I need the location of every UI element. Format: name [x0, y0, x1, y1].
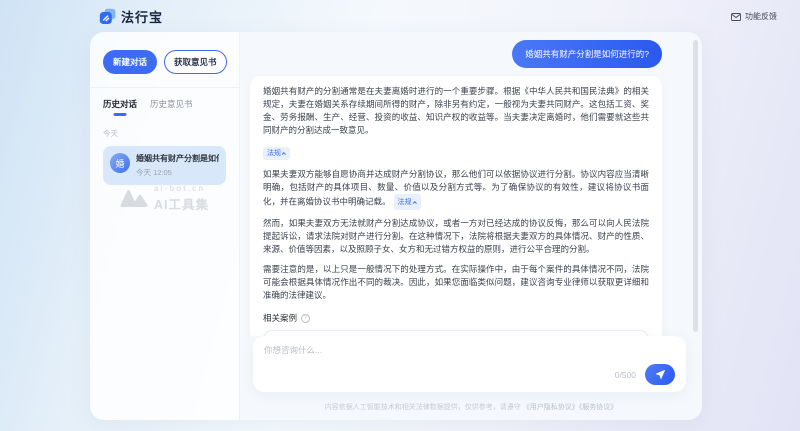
composer-bottom: 0/500	[264, 364, 675, 385]
related-cases-title: 相关案例	[263, 312, 297, 324]
law-citation-badge[interactable]: 法规	[263, 147, 290, 160]
related-cases-header: 相关案例 ?	[263, 312, 649, 324]
mail-icon	[731, 13, 741, 21]
law-citation-badge[interactable]: 法规	[394, 194, 421, 210]
caret-up-icon	[282, 152, 286, 156]
tab-history-chats-label: 历史对话	[103, 99, 137, 109]
tab-history-opinions-label: 历史意见书	[150, 99, 193, 109]
app-logo-icon	[99, 8, 116, 25]
answer-paragraph: 如果夫妻双方能够自愿协商并达成财产分割协议，那么他们可以依据协议进行分割。协议内…	[263, 168, 649, 210]
disclaimer-text: 内容依据人工智能技术和相关法律数据提供，仅供参考，请遵守	[325, 404, 523, 411]
privacy-policy-link[interactable]: 《用户隐私协议》	[523, 404, 579, 411]
active-tab-underline	[114, 113, 127, 116]
conversation-list-item[interactable]: 婚 婚姻共有财产分割是如何... 今天 12:05	[103, 146, 226, 185]
info-icon[interactable]: ?	[301, 314, 310, 323]
feedback-label: 功能反馈	[745, 11, 777, 22]
send-button[interactable]	[645, 364, 675, 385]
sidebar-tabs: 历史对话 历史意见书	[103, 98, 226, 116]
tab-history-chats[interactable]: 历史对话	[103, 98, 137, 116]
history-group-label: 今天	[103, 128, 226, 139]
answer-paragraph-text: 婚姻共有财产的分割通常是在夫妻离婚时进行的一个重要步骤。根据《中华人民共和国民法…	[263, 86, 649, 135]
answer-paragraph: 然而，如果夫妻双方无法就财产分割达成协议，或者一方对已经达成的协议反悔，那么可以…	[263, 217, 649, 256]
top-header: 法行宝 功能反馈	[0, 0, 800, 32]
answer-paragraph: 婚姻共有财产的分割通常是在夫妻离婚时进行的一个重要步骤。根据《中华人民共和国民法…	[263, 85, 649, 137]
scrollbar[interactable]	[693, 40, 698, 332]
conversation-avatar: 婚	[110, 153, 130, 173]
char-counter: 0/500	[615, 370, 636, 380]
get-opinion-button[interactable]: 获取意见书	[164, 50, 227, 74]
feedback-button[interactable]: 功能反馈	[731, 11, 777, 22]
answer-paragraph: 需要注意的是，以上只是一般情况下的处理方式。在实际操作中，由于每个案件的具体情况…	[263, 263, 649, 302]
conversation-time: 今天 12:05	[136, 167, 219, 178]
composer: 0/500	[253, 336, 686, 392]
watermark-name-text: AI工具集	[154, 194, 209, 213]
app-window: 新建对话 获取意见书 历史对话 历史意见书 今天 婚 婚姻共有财产分割是如何..…	[90, 32, 702, 420]
user-message-bubble: 婚姻共有财产分割是如何进行的?	[512, 40, 662, 68]
law-citation-label: 法规	[398, 196, 412, 209]
app-logo: 法行宝	[99, 7, 163, 26]
tab-history-opinions[interactable]: 历史意见书	[150, 98, 193, 116]
disclaimer: 内容依据人工智能技术和相关法律数据提供，仅供参考，请遵守 《用户隐私协议》《服务…	[240, 402, 702, 412]
send-icon	[655, 369, 666, 380]
conversation-title: 婚姻共有财产分割是如何...	[136, 153, 219, 164]
new-chat-button[interactable]: 新建对话	[103, 50, 157, 74]
sidebar-divider	[90, 87, 239, 88]
watermark-site-text: ai-bot.cn	[154, 184, 209, 193]
app-logo-text: 法行宝	[121, 7, 163, 26]
watermark: ai-bot.cn AI工具集	[90, 184, 239, 213]
assistant-message-card: 婚姻共有财产的分割通常是在夫妻离婚时进行的一个重要步骤。根据《中华人民共和国民法…	[250, 76, 662, 336]
watermark-logo-icon	[120, 189, 148, 209]
sidebar: 新建对话 获取意见书 历史对话 历史意见书 今天 婚 婚姻共有财产分割是如何..…	[90, 32, 240, 420]
conversation-scroll-area: 婚姻共有财产分割是如何进行的? 婚姻共有财产的分割通常是在夫妻离婚时进行的一个重…	[240, 32, 702, 336]
caret-up-icon	[412, 201, 416, 205]
chat-panel: 婚姻共有财产分割是如何进行的? 婚姻共有财产的分割通常是在夫妻离婚时进行的一个重…	[240, 32, 702, 420]
law-citation-label: 法规	[267, 148, 281, 158]
chat-input[interactable]	[264, 344, 675, 364]
service-agreement-link[interactable]: 《服务协议》	[579, 404, 618, 411]
law-citation-row: 法规	[263, 143, 649, 161]
answer-paragraph-text: 如果夫妻双方能够自愿协商并达成财产分割协议，那么他们可以依据协议进行分割。协议内…	[263, 169, 649, 207]
